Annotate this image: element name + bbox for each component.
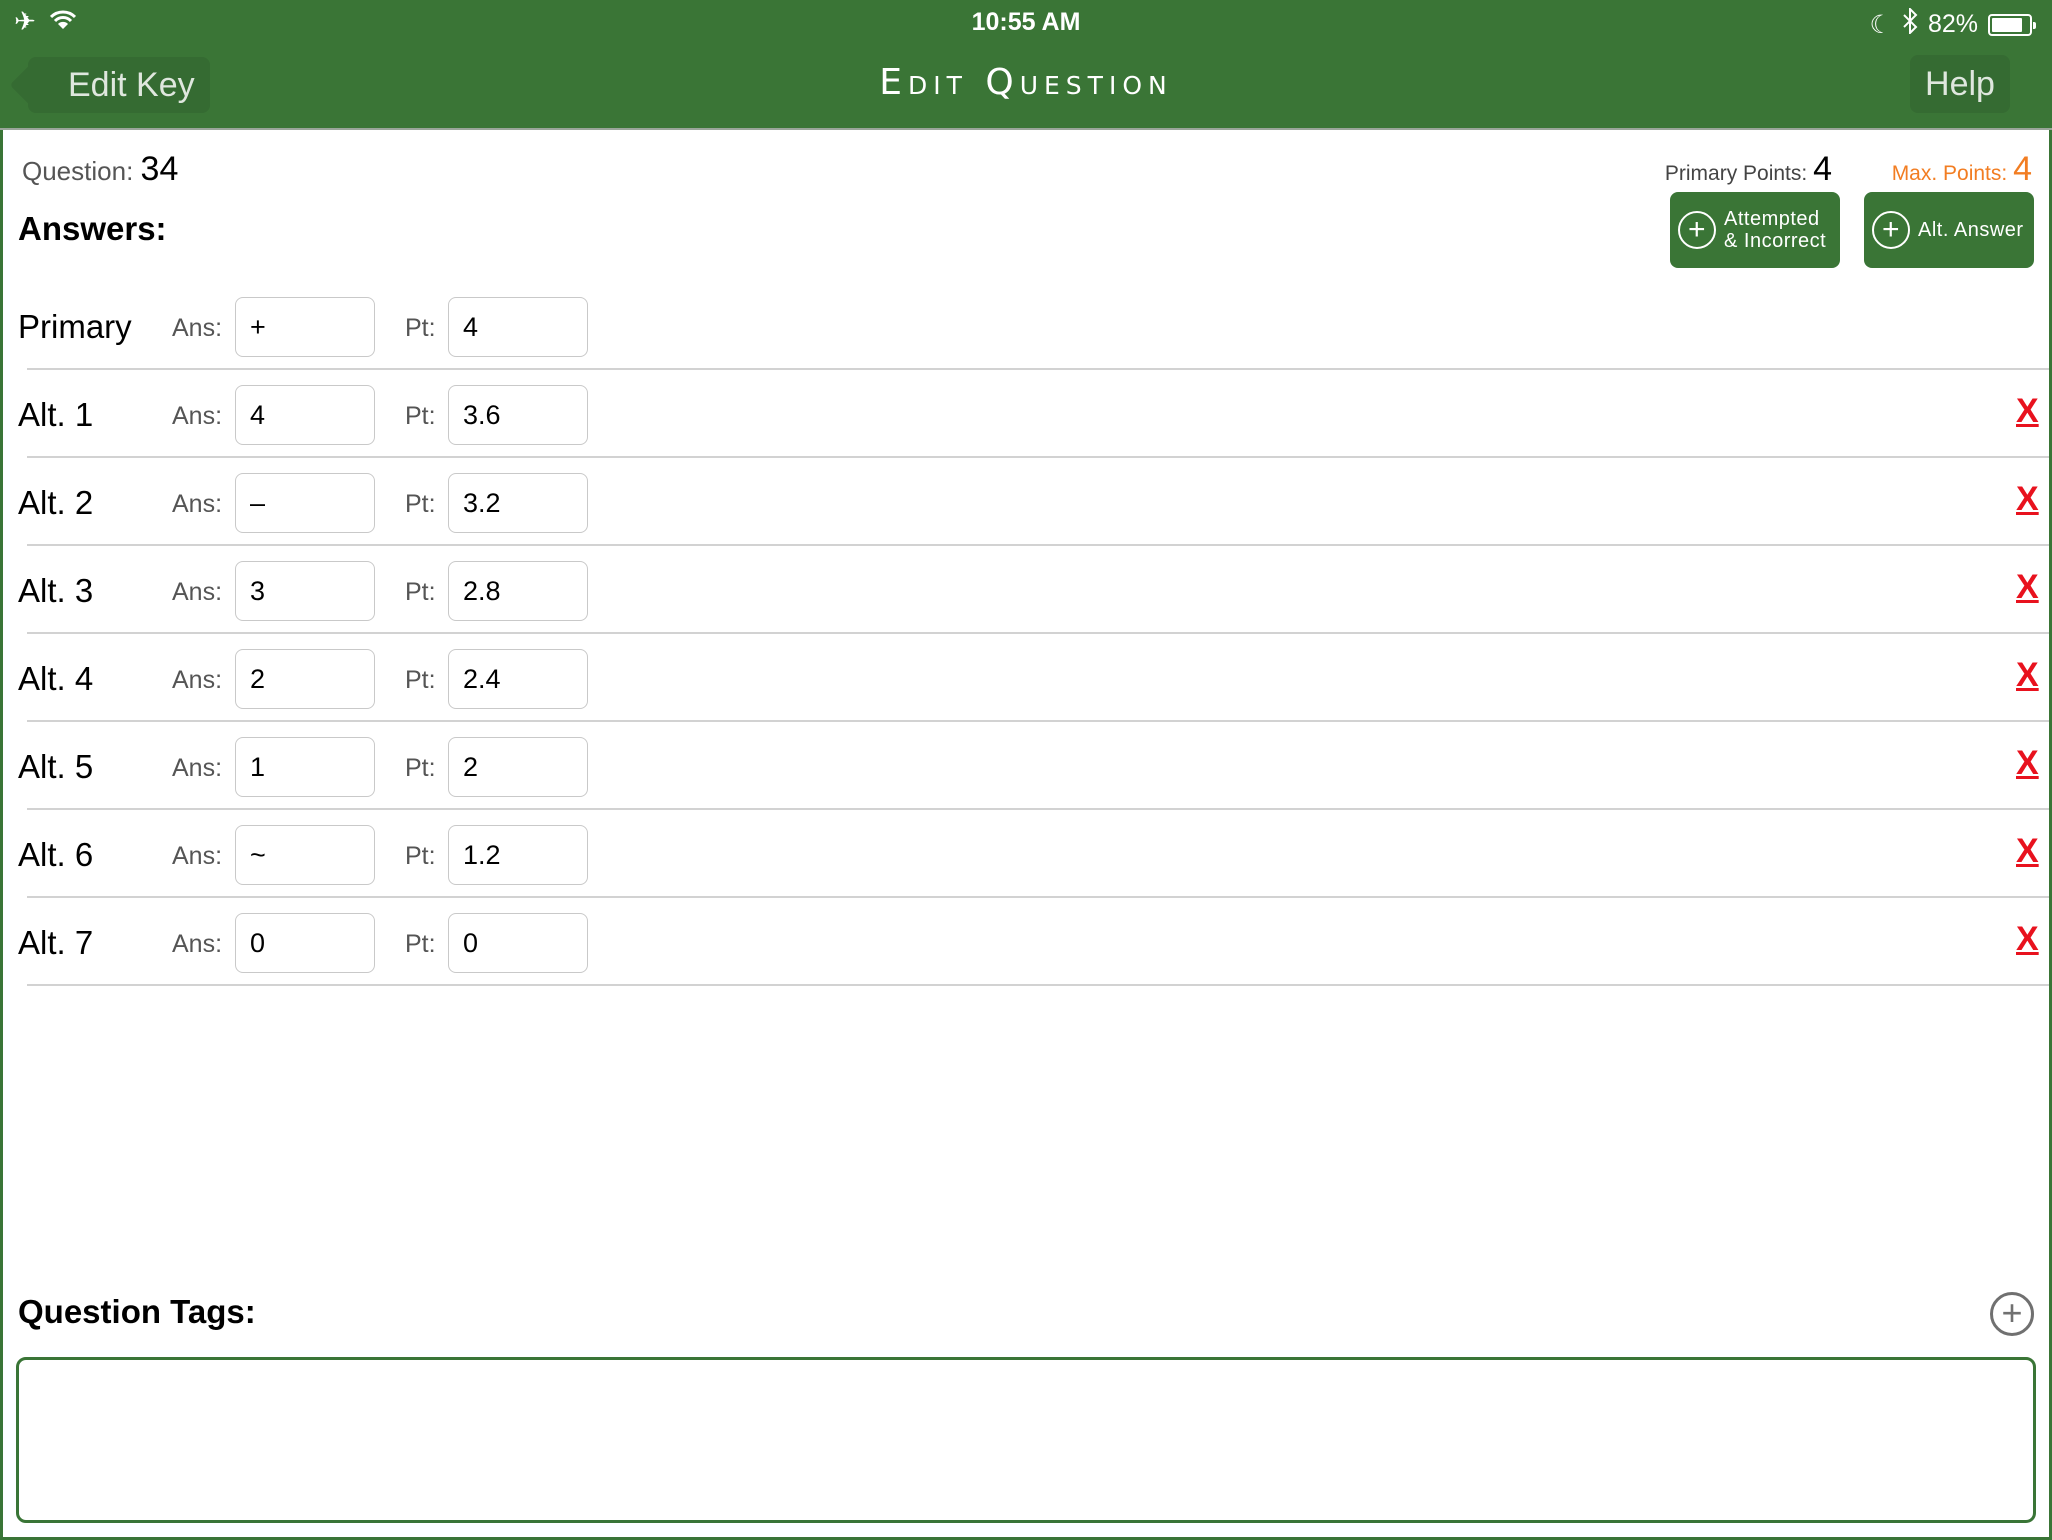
ans-label: Ans:: [172, 754, 223, 782]
answer-input[interactable]: 0: [235, 913, 375, 973]
answer-row-name: Alt. 3: [18, 572, 94, 609]
points-input[interactable]: 4: [448, 297, 588, 357]
add-alt-answer-button[interactable]: + Alt. Answer: [1864, 192, 2034, 268]
add-tag-plus-icon[interactable]: +: [1990, 1292, 2034, 1336]
question-number: Question: 34: [22, 150, 178, 189]
primary-points: Primary Points: 4: [1665, 150, 1832, 189]
delete-answer-button[interactable]: X: [2016, 744, 2039, 783]
answer-input[interactable]: +: [235, 297, 375, 357]
answer-input[interactable]: 2: [235, 649, 375, 709]
status-bar: ✈ 10:55 AM ☾ 82%: [0, 0, 2052, 44]
ans-label: Ans:: [172, 578, 223, 606]
answer-input[interactable]: ~: [235, 825, 375, 885]
pt-label: Pt:: [405, 402, 436, 430]
question-label: Question:: [22, 156, 134, 186]
delete-answer-button[interactable]: X: [2016, 832, 2039, 871]
battery-fill: [1992, 17, 2022, 32]
plus-circle-icon: +: [1678, 211, 1716, 249]
max-points-value: 4: [2013, 150, 2032, 188]
question-number-value: 34: [140, 150, 179, 188]
row-divider: [27, 984, 2049, 986]
ans-label: Ans:: [172, 930, 223, 958]
answer-input[interactable]: 4: [235, 385, 375, 445]
ans-label: Ans:: [172, 842, 223, 870]
pt-label: Pt:: [405, 754, 436, 782]
delete-answer-button[interactable]: X: [2016, 568, 2039, 607]
answer-row: Alt. 6 Ans: ~ Pt: 1.2 X: [0, 810, 2049, 898]
ans-label: Ans:: [172, 490, 223, 518]
pt-label: Pt:: [405, 842, 436, 870]
bluetooth-icon: [1902, 6, 1918, 41]
delete-answer-button[interactable]: X: [2016, 480, 2039, 519]
ans-label: Ans:: [172, 666, 223, 694]
answer-row: Alt. 4 Ans: 2 Pt: 2.4 X: [0, 634, 2049, 722]
delete-answer-button[interactable]: X: [2016, 392, 2039, 431]
answer-row-name: Alt. 5: [18, 748, 94, 785]
pt-label: Pt:: [405, 490, 436, 518]
answer-row: Alt. 3 Ans: 3 Pt: 2.8 X: [0, 546, 2049, 634]
answers-heading: Answers:: [18, 210, 167, 247]
attempted-line1: Attempted: [1724, 208, 1820, 230]
pt-label: Pt:: [405, 930, 436, 958]
ans-label: Ans:: [172, 402, 223, 430]
points-input[interactable]: 3.2: [448, 473, 588, 533]
question-tags-heading: Question Tags:: [18, 1293, 256, 1330]
answer-row: Alt. 7 Ans: 0 Pt: 0 X: [0, 898, 2049, 986]
page-title: Edit Question: [879, 62, 1173, 103]
ans-label: Ans:: [172, 314, 223, 342]
points-input[interactable]: 1.2: [448, 825, 588, 885]
battery-percent: 82%: [1927, 10, 1978, 38]
delete-answer-button[interactable]: X: [2016, 920, 2039, 959]
points-input[interactable]: 2.4: [448, 649, 588, 709]
answer-row-name: Alt. 1: [18, 396, 94, 433]
moon-icon: ☾: [1869, 10, 1892, 39]
pt-label: Pt:: [405, 666, 436, 694]
answer-row-name: Alt. 2: [18, 484, 94, 521]
points-input[interactable]: 3.6: [448, 385, 588, 445]
question-tags-field[interactable]: [16, 1357, 2036, 1523]
battery-icon: [1988, 13, 2036, 36]
plus-circle-icon: +: [1872, 211, 1910, 249]
primary-points-value: 4: [1813, 150, 1832, 188]
answer-row-name: Alt. 4: [18, 660, 94, 697]
answer-row: Alt. 1 Ans: 4 Pt: 3.6 X: [0, 370, 2049, 458]
answer-input[interactable]: 1: [235, 737, 375, 797]
answer-row: Primary Ans: + Pt: 4: [0, 282, 2049, 370]
attempted-line2: & Incorrect: [1724, 230, 1827, 252]
add-attempted-incorrect-button[interactable]: + Attempted & Incorrect: [1670, 192, 1840, 268]
navigation-bar: ✈ 10:55 AM ☾ 82% Edit Key Edit Question …: [0, 0, 2052, 130]
alt-answer-button-label: Alt. Answer: [1918, 219, 2024, 241]
pt-label: Pt:: [405, 314, 436, 342]
points-input[interactable]: 0: [448, 913, 588, 973]
max-points: Max. Points: 4: [1892, 150, 2032, 189]
help-button[interactable]: Help: [1910, 55, 2010, 113]
primary-points-label: Primary Points:: [1664, 162, 1808, 185]
answer-row: Alt. 5 Ans: 1 Pt: 2 X: [0, 722, 2049, 810]
answer-row: Alt. 2 Ans: – Pt: 3.2 X: [0, 458, 2049, 546]
answer-row-name: Primary: [18, 308, 132, 345]
answer-input[interactable]: –: [235, 473, 375, 533]
pt-label: Pt:: [405, 578, 436, 606]
delete-answer-button[interactable]: X: [2016, 656, 2039, 695]
max-points-label: Max. Points:: [1891, 162, 2008, 185]
answer-row-name: Alt. 6: [18, 836, 94, 873]
points-input[interactable]: 2: [448, 737, 588, 797]
answer-input[interactable]: 3: [235, 561, 375, 621]
points-input[interactable]: 2.8: [448, 561, 588, 621]
answer-row-name: Alt. 7: [18, 924, 94, 961]
attempted-button-label: Attempted & Incorrect: [1724, 208, 1826, 252]
status-time: 10:55 AM: [971, 8, 1081, 36]
